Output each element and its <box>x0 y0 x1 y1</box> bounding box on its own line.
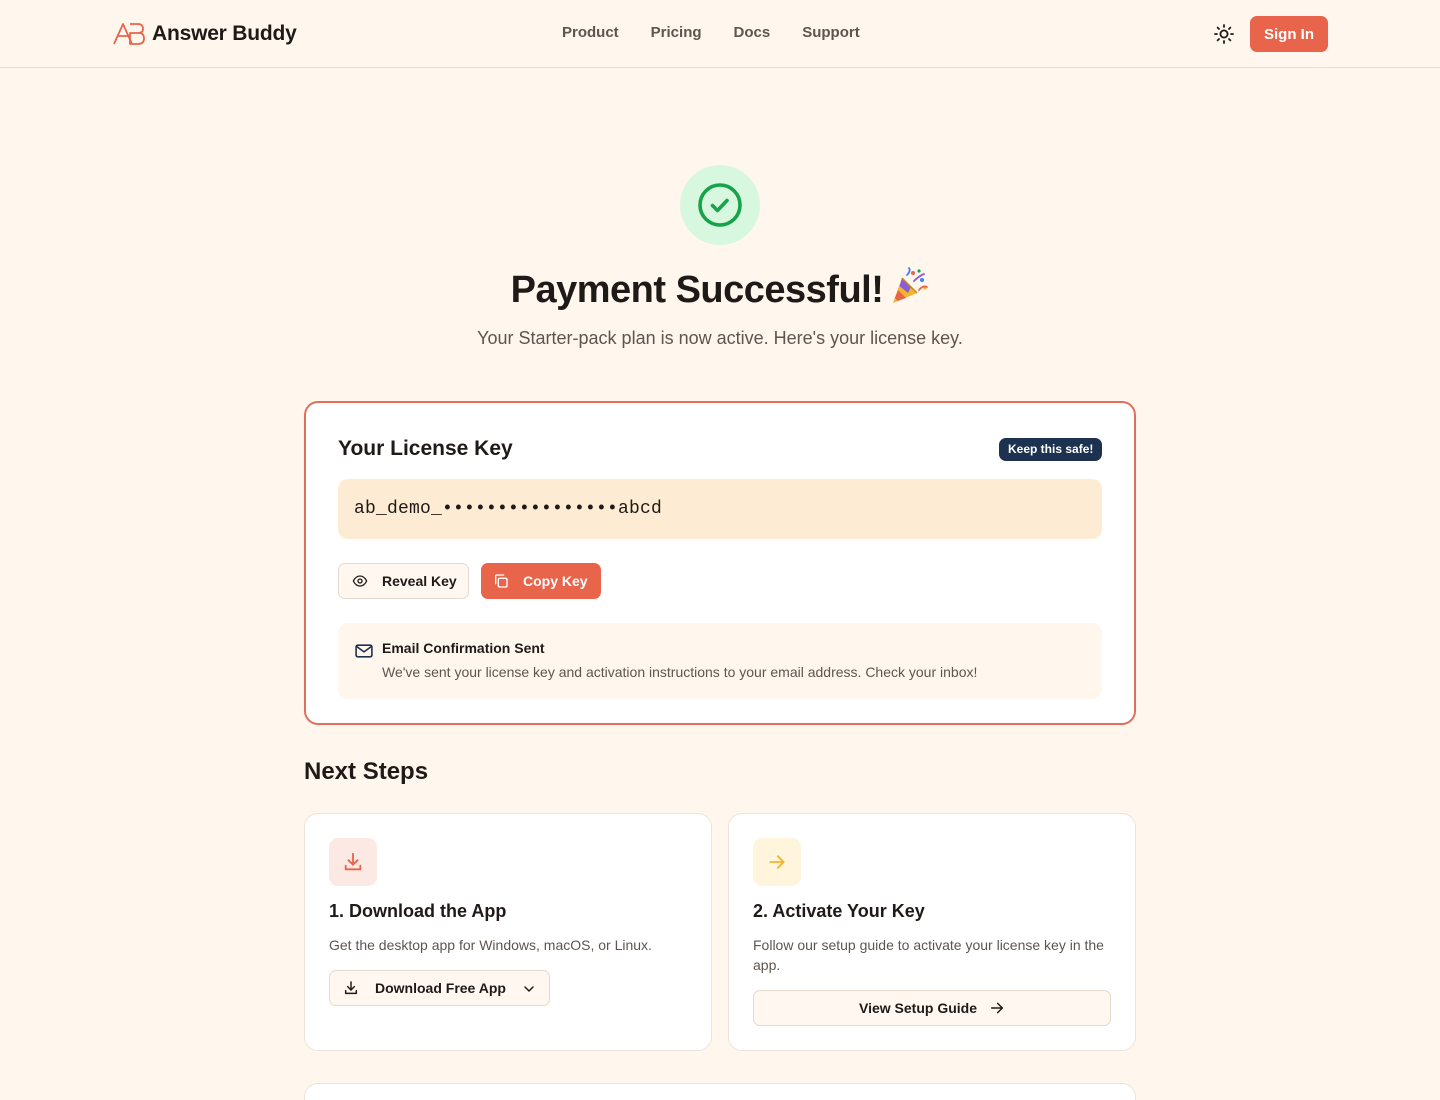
license-card: Your License Key Keep this safe! ab_demo… <box>304 401 1136 725</box>
email-confirmation-text: We've sent your license key and activati… <box>382 664 978 680</box>
download-app-button[interactable]: Download Free App <box>329 970 550 1006</box>
brand-mark-icon <box>113 23 145 45</box>
step-card-download: 1. Download the App Get the desktop app … <box>304 813 712 1051</box>
reveal-key-label: Reveal Key <box>382 573 457 589</box>
page-title: Payment Successful! <box>0 266 1440 316</box>
step-icon-box <box>329 838 377 886</box>
step-title: 2. Activate Your Key <box>753 901 925 921</box>
copy-key-button[interactable]: Copy Key <box>481 563 601 599</box>
check-circle-icon <box>698 183 742 227</box>
page-title-text: Payment Successful! <box>510 269 884 311</box>
brand-name: Answer Buddy <box>152 22 297 45</box>
chevron-down-icon[interactable] <box>521 981 537 997</box>
nav-docs[interactable]: Docs <box>734 24 771 41</box>
page-subtitle: Your Starter-pack plan is now active. He… <box>477 328 963 348</box>
sun-icon <box>1214 24 1234 44</box>
nav-product[interactable]: Product <box>562 24 619 41</box>
download-app-label: Download Free App <box>375 980 506 996</box>
theme-toggle-button[interactable] <box>1212 22 1236 46</box>
party-popper-icon <box>889 266 929 316</box>
step-description: Follow our setup guide to activate your … <box>753 937 1104 973</box>
mail-icon <box>355 644 373 658</box>
reveal-key-button[interactable]: Reveal Key <box>338 563 469 599</box>
license-title: Your License Key <box>338 437 513 460</box>
copy-key-label: Copy Key <box>523 573 588 589</box>
copy-icon <box>495 574 508 588</box>
step-description: Get the desktop app for Windows, macOS, … <box>329 937 652 953</box>
view-setup-guide-button[interactable]: View Setup Guide <box>753 990 1111 1026</box>
step-icon-box <box>753 838 801 886</box>
keep-safe-badge: Keep this safe! <box>999 438 1103 461</box>
bottom-card <box>304 1083 1136 1100</box>
download-icon <box>344 981 358 995</box>
email-confirmation-title: Email Confirmation Sent <box>382 640 545 656</box>
step-title: 1. Download the App <box>329 901 507 921</box>
download-icon <box>344 852 362 871</box>
view-setup-guide-label: View Setup Guide <box>859 1000 977 1016</box>
eye-icon <box>352 575 368 587</box>
license-key-value[interactable]: ab_demo_••••••••••••••••abcd <box>338 479 1102 539</box>
site-header: Answer Buddy Product Pricing Docs Suppor… <box>0 0 1440 68</box>
arrow-right-icon <box>769 855 785 869</box>
next-steps-title: Next Steps <box>304 758 429 785</box>
nav-support[interactable]: Support <box>802 24 860 41</box>
main-nav: Product Pricing Docs Support <box>562 24 860 41</box>
brand-logo[interactable]: Answer Buddy <box>112 20 297 48</box>
nav-pricing[interactable]: Pricing <box>651 24 702 41</box>
email-confirmation-notice: Email Confirmation Sent We've sent your … <box>338 623 1102 699</box>
arrow-right-icon <box>990 1002 1004 1014</box>
sign-in-button[interactable]: Sign In <box>1250 16 1328 52</box>
success-badge <box>680 165 760 245</box>
step-card-activate: 2. Activate Your Key Follow our setup gu… <box>728 813 1136 1051</box>
